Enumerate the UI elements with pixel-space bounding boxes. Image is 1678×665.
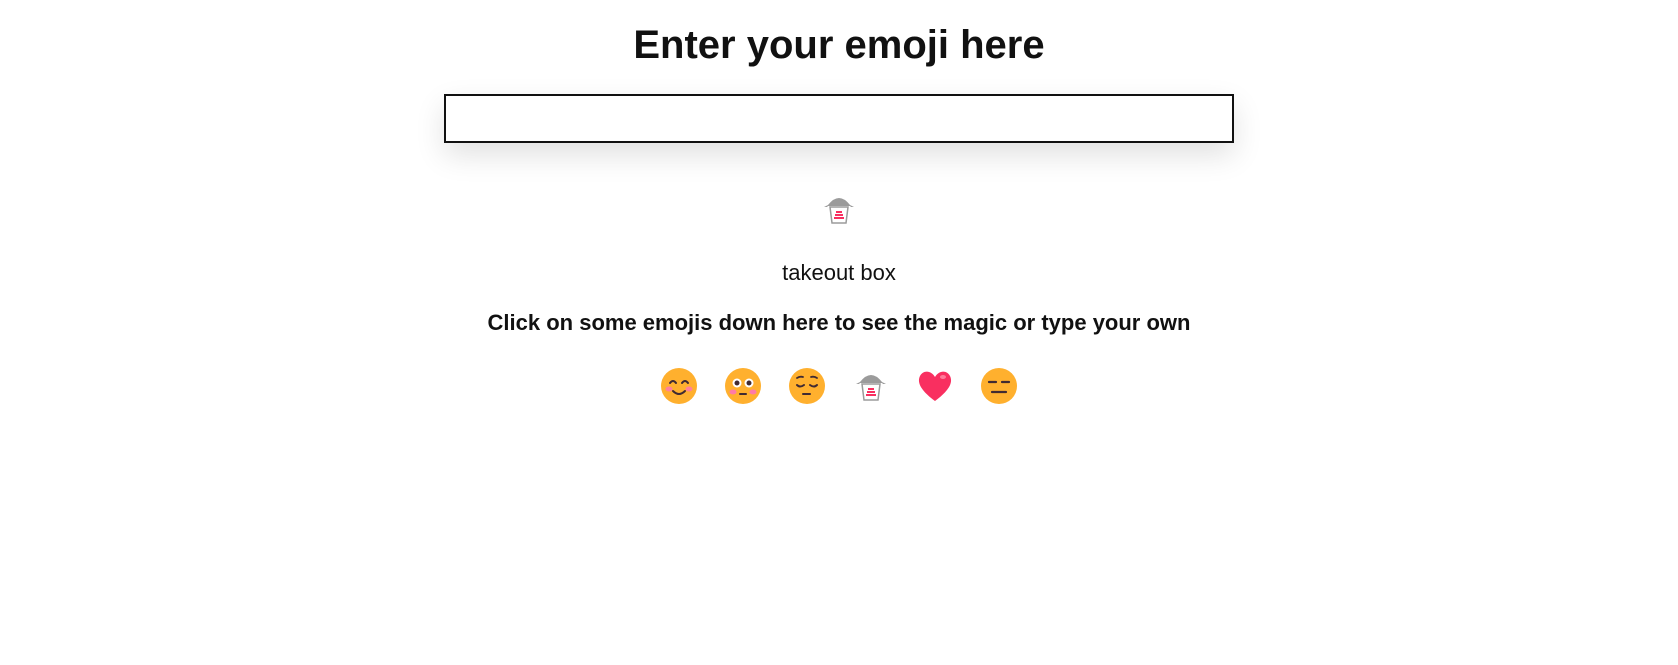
result-name: takeout box bbox=[782, 260, 896, 285]
takeout-box-icon bbox=[852, 367, 890, 405]
input-row bbox=[0, 94, 1678, 143]
result-emoji bbox=[0, 190, 1678, 230]
page-title: Enter your emoji here bbox=[633, 23, 1045, 67]
emoji-option-red-heart[interactable] bbox=[915, 366, 955, 406]
emoji-input[interactable] bbox=[444, 94, 1234, 143]
hint-text: Click on some emojis down here to see th… bbox=[487, 310, 1191, 335]
flushed-face-icon bbox=[724, 367, 762, 405]
red-heart-icon bbox=[916, 367, 954, 405]
emoji-option-pensive-face[interactable] bbox=[787, 366, 827, 406]
expressionless-face-icon bbox=[980, 367, 1018, 405]
takeout-box-icon bbox=[820, 190, 858, 230]
emoji-options bbox=[0, 366, 1678, 406]
page: Enter your emoji here takeout box Click … bbox=[0, 0, 1678, 406]
pensive-face-icon bbox=[788, 367, 826, 405]
emoji-option-expressionless-face[interactable] bbox=[979, 366, 1019, 406]
smiling-face-with-smiling-eyes-icon bbox=[660, 367, 698, 405]
emoji-option-takeout-box[interactable] bbox=[851, 366, 891, 406]
emoji-option-flushed-face[interactable] bbox=[723, 366, 763, 406]
emoji-option-smiling-face[interactable] bbox=[659, 366, 699, 406]
